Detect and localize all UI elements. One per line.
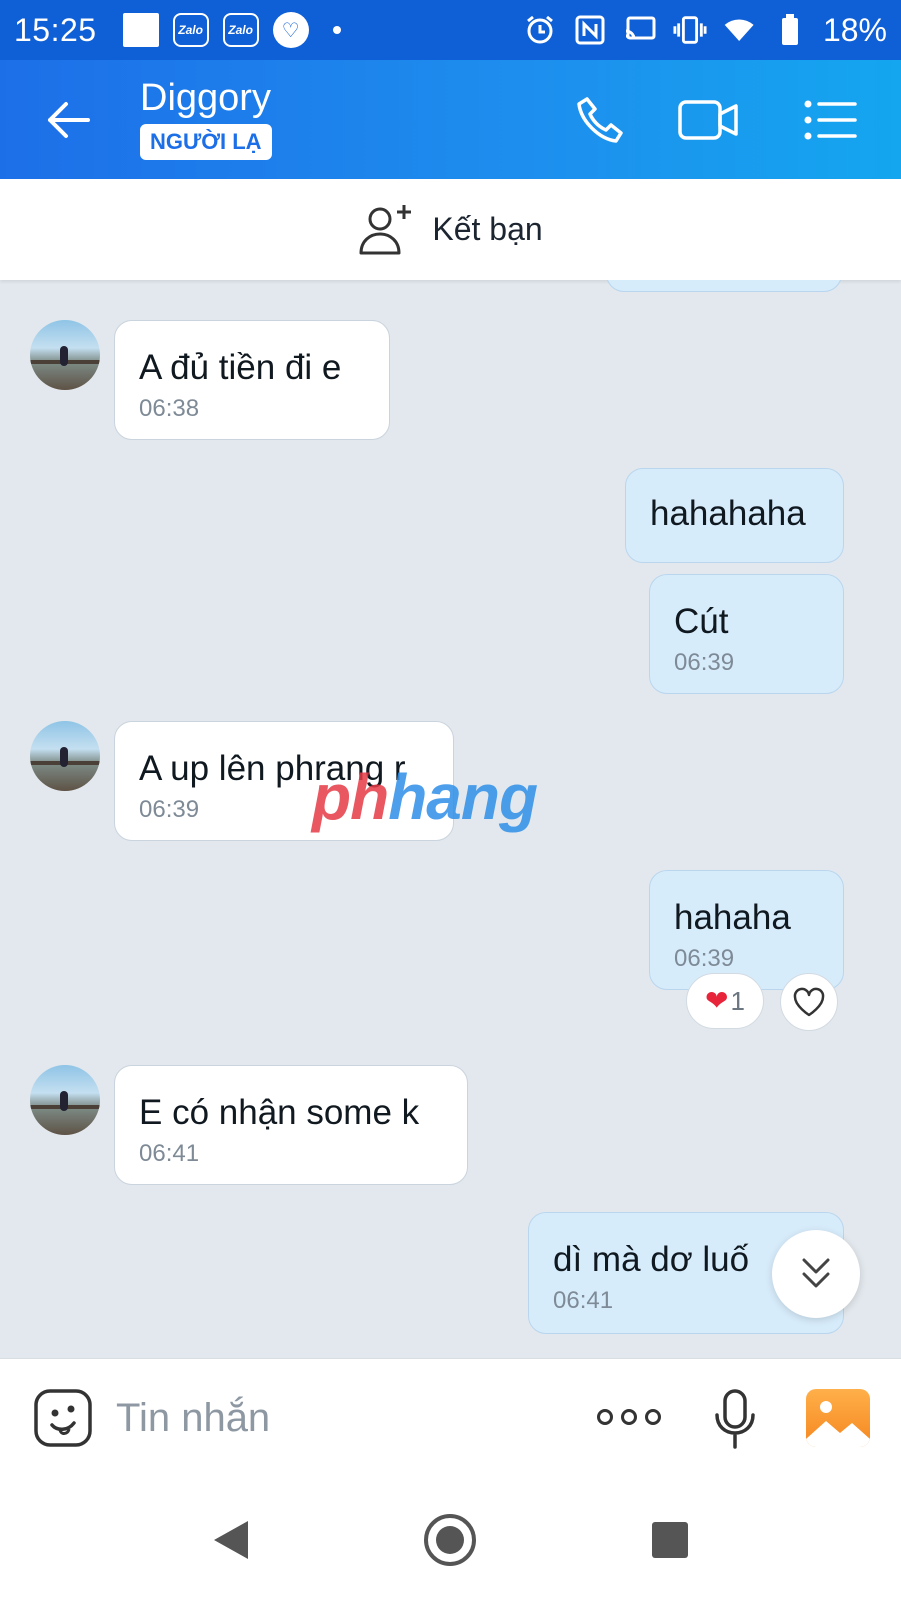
battery-icon (773, 13, 807, 47)
dot-icon (645, 1409, 661, 1425)
message-bubble-incoming[interactable]: E có nhận some k 06:41 (114, 1065, 468, 1185)
alarm-icon (523, 13, 557, 47)
contact-avatar[interactable] (30, 320, 100, 390)
message-time: 06:39 (674, 649, 735, 676)
more-notifications-dot (332, 26, 341, 34)
nfc-icon (573, 13, 607, 47)
reaction-summary[interactable]: ❤ 1 (686, 973, 764, 1029)
watermark-logo: phhang (312, 760, 538, 834)
zalo-notification-icon: Zalo (172, 13, 209, 47)
message-input-bar (0, 1358, 901, 1476)
stranger-badge: NGƯỜI LẠ (140, 124, 272, 160)
nav-back-button[interactable] (190, 1500, 270, 1580)
react-button[interactable] (780, 973, 838, 1031)
cast-icon (623, 13, 657, 47)
message-time: 06:38 (139, 395, 200, 422)
message-text: Cút (674, 602, 729, 641)
message-bubble-outgoing[interactable]: Cút 06:39 (649, 574, 844, 694)
more-options-button[interactable] (594, 1397, 664, 1437)
contact-avatar[interactable] (30, 721, 100, 791)
vibrate-icon (673, 13, 707, 47)
voice-message-button[interactable] (710, 1387, 760, 1451)
dot-icon (621, 1409, 637, 1425)
message-time: 06:41 (139, 1140, 200, 1167)
double-chevron-down-icon (802, 1258, 830, 1288)
chat-messages[interactable]: A đủ tiền đi e 06:38 hahahaha Cút 06:39 … (0, 280, 901, 1358)
circle-home-icon (424, 1514, 476, 1566)
battery-percent: 18% (822, 11, 887, 48)
system-navigation-bar (0, 1476, 901, 1600)
add-friend-bar[interactable]: Kết bạn (0, 179, 901, 280)
status-bar: 15:25 Zalo Zalo ♡ 18% (0, 0, 901, 60)
heart-app-icon: ♡ (272, 12, 309, 48)
watermark-part-b: hang (388, 761, 538, 833)
add-person-icon (359, 204, 412, 254)
message-bubble-incoming[interactable]: A đủ tiền đi e 06:38 (114, 320, 390, 440)
options-menu-button[interactable] (798, 88, 862, 152)
video-camera-icon (678, 100, 738, 140)
contact-avatar[interactable] (30, 1065, 100, 1135)
add-friend-label: Kết bạn (432, 211, 543, 247)
heart-outline-icon (793, 987, 825, 1017)
message-bubble-outgoing[interactable]: hahaha 06:39 (649, 870, 844, 990)
reaction-count: 1 (730, 985, 745, 1016)
message-bubble-outgoing[interactable]: hahahaha (625, 468, 844, 563)
send-image-button[interactable] (806, 1389, 870, 1447)
dot-icon (597, 1409, 613, 1425)
square-recents-icon (652, 1522, 688, 1558)
scroll-to-bottom-button[interactable] (772, 1230, 860, 1318)
zalo-notification-icon-2: Zalo (222, 13, 259, 47)
back-button[interactable] (38, 88, 98, 152)
sticker-button[interactable] (32, 1387, 94, 1449)
message-text: hahahaha (650, 494, 806, 533)
triangle-back-icon (214, 1521, 248, 1559)
image-gallery-icon (806, 1401, 870, 1447)
list-menu-icon (804, 100, 857, 140)
wifi-icon (723, 13, 757, 47)
chat-header: Diggory NGƯỜI LẠ (0, 60, 901, 179)
message-bubble-partial[interactable] (606, 280, 842, 292)
watermark-part-a: ph (312, 761, 389, 833)
message-text: hahaha (674, 898, 791, 937)
status-time: 15:25 (14, 11, 97, 48)
contact-name: Diggory (140, 77, 271, 119)
voice-call-button[interactable] (568, 88, 632, 152)
microphone-icon (715, 1389, 755, 1449)
message-time: 06:39 (674, 945, 735, 972)
nav-recents-button[interactable] (630, 1500, 710, 1580)
smiley-sticker-icon (34, 1389, 92, 1447)
nav-home-button[interactable] (410, 1500, 490, 1580)
notification-square-icon (122, 13, 159, 47)
message-text: A đủ tiền đi e (139, 348, 342, 387)
contact-title[interactable]: Diggory NGƯỜI LẠ (140, 76, 272, 160)
message-text: E có nhận some k (139, 1093, 420, 1132)
phone-icon (577, 97, 623, 143)
video-call-button[interactable] (676, 88, 740, 152)
heart-reaction-icon: ❤ (705, 985, 729, 1016)
message-input[interactable] (116, 1389, 546, 1447)
arrow-left-icon (48, 102, 90, 138)
